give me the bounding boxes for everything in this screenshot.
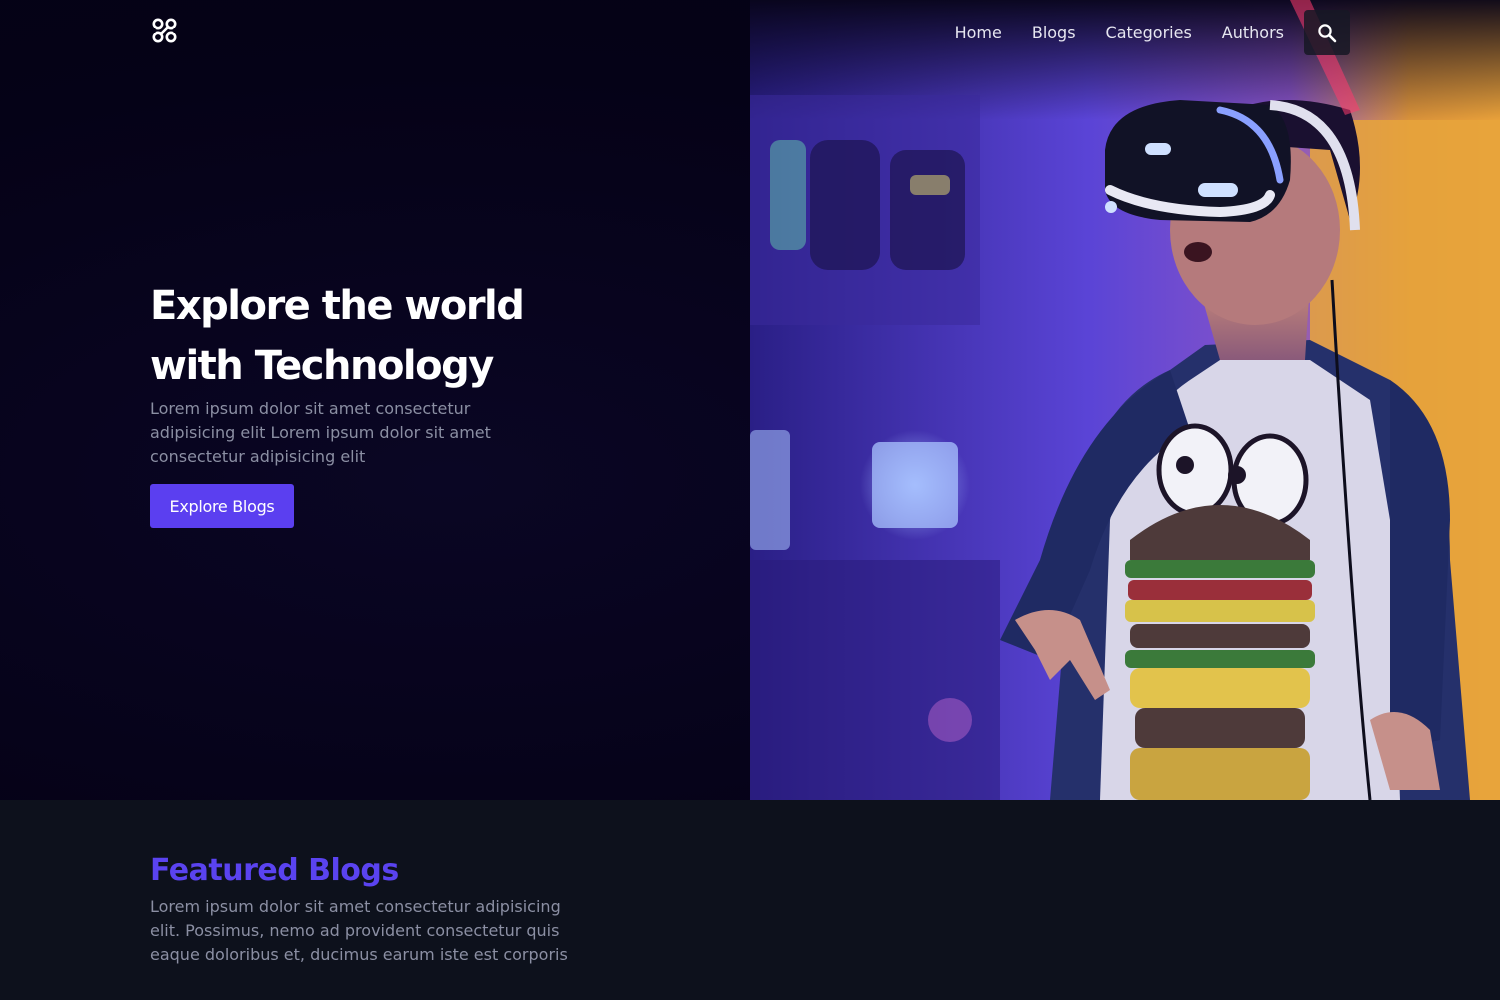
hero-title: Explore the world with Technology bbox=[150, 283, 525, 389]
brand-logo-icon[interactable] bbox=[150, 16, 180, 46]
explore-blogs-button[interactable]: Explore Blogs bbox=[150, 484, 294, 528]
nav-item-home[interactable]: Home bbox=[955, 23, 1002, 42]
search-icon bbox=[1318, 23, 1337, 42]
featured-blogs-subtitle: Lorem ipsum dolor sit amet consectetur a… bbox=[150, 897, 568, 964]
search-button[interactable] bbox=[1304, 10, 1350, 55]
nav-item-authors[interactable]: Authors bbox=[1222, 23, 1284, 42]
nav-item-blogs[interactable]: Blogs bbox=[1032, 23, 1076, 42]
main-nav: Home Blogs Categories Authors bbox=[955, 10, 1350, 55]
hero-image bbox=[750, 0, 1500, 800]
featured-blogs-title: Featured Blogs bbox=[150, 853, 399, 888]
hero-subtitle: Lorem ipsum dolor sit amet consectetur a… bbox=[150, 399, 491, 466]
featured-blogs-section: Featured Blogs Lorem ipsum dolor sit ame… bbox=[0, 800, 1500, 1000]
nav-item-categories[interactable]: Categories bbox=[1106, 23, 1192, 42]
hero-section: Home Blogs Categories Authors Explore th… bbox=[0, 0, 1500, 800]
